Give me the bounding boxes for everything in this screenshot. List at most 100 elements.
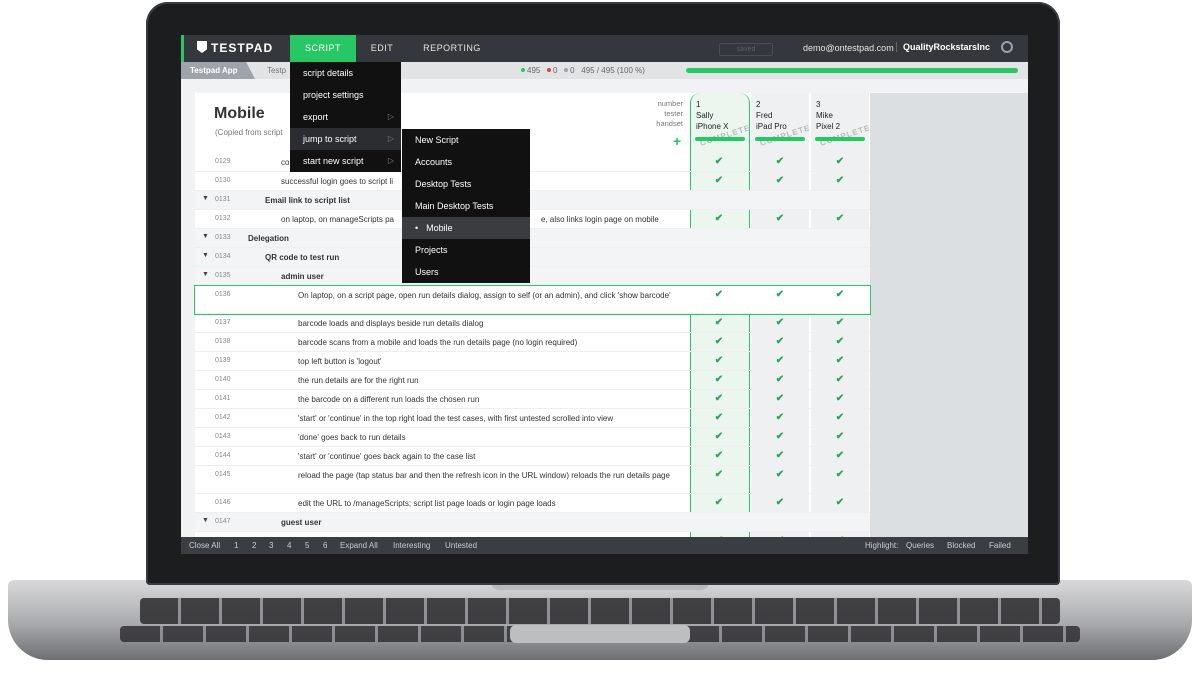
- highlight-queries-button[interactable]: Queries: [906, 537, 934, 554]
- pass-check-icon[interactable]: ✔: [690, 289, 748, 300]
- level-1-button[interactable]: 1: [234, 537, 238, 554]
- row-text[interactable]: 'done' goes back to run details: [298, 433, 678, 442]
- collapse-triangle-icon[interactable]: ▼: [202, 517, 209, 524]
- collapse-triangle-icon[interactable]: ▼: [202, 252, 209, 259]
- pass-check-icon[interactable]: ✔: [751, 317, 809, 328]
- level-2-button[interactable]: 2: [252, 537, 256, 554]
- pass-check-icon[interactable]: ✔: [751, 175, 809, 186]
- test-case-row[interactable]: 0140 the run details are for the right ru…: [195, 371, 870, 390]
- group-row[interactable]: ▼ 0131 Email link to script list: [195, 191, 870, 210]
- pass-check-icon[interactable]: ✔: [811, 175, 869, 186]
- pass-check-icon[interactable]: ✔: [811, 289, 869, 300]
- pass-check-icon[interactable]: ✔: [751, 289, 809, 300]
- group-row[interactable]: ▼ 0147 guest user: [195, 513, 870, 532]
- add-run-icon[interactable]: +: [673, 133, 681, 149]
- row-text[interactable]: On laptop, on a script page, open run de…: [298, 291, 678, 300]
- test-case-row[interactable]: 0136 On laptop, on a script page, open ru…: [194, 285, 871, 315]
- row-text[interactable]: 'start' or 'continue' in the top right l…: [298, 414, 678, 423]
- pass-check-icon[interactable]: ✔: [690, 469, 748, 480]
- pass-check-icon[interactable]: ✔: [751, 336, 809, 347]
- pass-check-icon[interactable]: ✔: [751, 497, 809, 508]
- pass-check-icon[interactable]: ✔: [690, 175, 748, 186]
- pass-check-icon[interactable]: ✔: [811, 450, 869, 461]
- pass-check-icon[interactable]: ✔: [751, 213, 809, 224]
- pass-check-icon[interactable]: ✔: [751, 374, 809, 385]
- pass-check-icon[interactable]: ✔: [811, 374, 869, 385]
- pass-check-icon[interactable]: ✔: [751, 412, 809, 423]
- pass-check-icon[interactable]: ✔: [690, 374, 748, 385]
- submenu-item-accounts[interactable]: Accounts: [402, 151, 530, 173]
- pass-check-icon[interactable]: ✔: [811, 431, 869, 442]
- organization-name[interactable]: QualityRockstarsInc: [896, 42, 990, 52]
- submenu-item-new-script[interactable]: New Script: [402, 129, 530, 151]
- level-3-button[interactable]: 3: [269, 537, 273, 554]
- level-6-button[interactable]: 6: [323, 537, 327, 554]
- pass-check-icon[interactable]: ✔: [751, 450, 809, 461]
- pass-check-icon[interactable]: ✔: [751, 431, 809, 442]
- pass-check-icon[interactable]: ✔: [751, 469, 809, 480]
- pass-check-icon[interactable]: ✔: [811, 213, 869, 224]
- group-row[interactable]: ▼ 0133 Delegation: [195, 229, 870, 248]
- pass-check-icon[interactable]: ✔: [690, 355, 748, 366]
- breadcrumb-script[interactable]: Testp: [267, 62, 286, 79]
- tab-reporting[interactable]: REPORTING: [417, 35, 487, 62]
- tab-edit[interactable]: EDIT: [361, 35, 403, 62]
- test-case-row[interactable]: 0146 edit the URL to /manageScripts; scri…: [195, 494, 870, 513]
- test-case-row[interactable]: 0142 'start' or 'continue' in the top rig…: [195, 409, 870, 428]
- row-text[interactable]: barcode loads and displays beside run de…: [298, 319, 678, 328]
- pass-check-icon[interactable]: ✔: [690, 156, 748, 167]
- collapse-triangle-icon[interactable]: ▼: [202, 195, 209, 202]
- pass-check-icon[interactable]: ✔: [690, 213, 748, 224]
- test-case-row[interactable]: 0137 barcode loads and displays beside ru…: [195, 314, 870, 333]
- test-case-row[interactable]: 0144 'start' or 'continue' goes back agai…: [195, 447, 870, 466]
- gear-icon[interactable]: [1001, 41, 1013, 53]
- breadcrumb-project[interactable]: Testpad App: [181, 62, 255, 79]
- menu-item-script-details[interactable]: script details: [290, 62, 401, 84]
- submenu-item-users[interactable]: Users: [402, 261, 530, 283]
- pass-check-icon[interactable]: ✔: [690, 336, 748, 347]
- row-text[interactable]: top left button is 'logout': [298, 357, 678, 366]
- pass-check-icon[interactable]: ✔: [811, 355, 869, 366]
- test-case-row[interactable]: 0138 barcode scans from a mobile and load…: [195, 333, 870, 352]
- menu-item-project-settings[interactable]: project settings: [290, 84, 401, 106]
- test-case-row[interactable]: 0143'done' goes back to run details ✔ ✔ ✔: [195, 428, 870, 447]
- row-text[interactable]: guest user: [281, 518, 661, 527]
- pass-check-icon[interactable]: ✔: [690, 450, 748, 461]
- pass-check-icon[interactable]: ✔: [690, 317, 748, 328]
- pass-check-icon[interactable]: ✔: [751, 156, 809, 167]
- pass-check-icon[interactable]: ✔: [690, 393, 748, 404]
- pass-check-icon[interactable]: ✔: [811, 393, 869, 404]
- submenu-item-main-desktop-tests[interactable]: Main Desktop Tests: [402, 195, 530, 217]
- untested-button[interactable]: Untested: [445, 537, 477, 554]
- menu-item-export[interactable]: export ▷: [290, 106, 401, 128]
- account-email[interactable]: demo@ontestpad.com: [803, 43, 894, 53]
- row-text[interactable]: edit the URL to /manageScripts; script l…: [298, 499, 678, 508]
- row-text[interactable]: 'start' or 'continue' goes back again to…: [298, 452, 678, 461]
- submenu-item-mobile[interactable]: • Mobile: [402, 217, 530, 239]
- interesting-button[interactable]: Interesting: [393, 537, 430, 554]
- pass-check-icon[interactable]: ✔: [811, 317, 869, 328]
- pass-check-icon[interactable]: ✔: [811, 497, 869, 508]
- row-text[interactable]: the barcode on a different run loads the…: [298, 395, 678, 404]
- tab-script[interactable]: SCRIPT: [290, 35, 356, 62]
- close-all-button[interactable]: Close All: [189, 537, 220, 554]
- highlight-blocked-button[interactable]: Blocked: [947, 537, 975, 554]
- pass-check-icon[interactable]: ✔: [811, 336, 869, 347]
- pass-check-icon[interactable]: ✔: [811, 156, 869, 167]
- test-case-row[interactable]: 0132 on laptop, on manageScripts pa e, als…: [195, 210, 870, 229]
- pass-check-icon[interactable]: ✔: [751, 393, 809, 404]
- app-logo[interactable]: TESTPAD: [197, 41, 273, 55]
- row-text[interactable]: reload the page (tap status bar and then…: [298, 471, 678, 480]
- level-5-button[interactable]: 5: [305, 537, 309, 554]
- expand-all-button[interactable]: Expand All: [340, 537, 378, 554]
- group-row[interactable]: ▼ 0135 admin user: [195, 267, 870, 286]
- collapse-triangle-icon[interactable]: ▼: [202, 271, 209, 278]
- pass-check-icon[interactable]: ✔: [690, 431, 748, 442]
- submenu-item-desktop-tests[interactable]: Desktop Tests: [402, 173, 530, 195]
- test-case-row[interactable]: 0130 successful login goes to script li ✔ ✔…: [195, 172, 870, 191]
- test-case-row[interactable]: 0141 the barcode on a different run loads…: [195, 390, 870, 409]
- level-4-button[interactable]: 4: [287, 537, 291, 554]
- collapse-triangle-icon[interactable]: ▼: [202, 233, 209, 240]
- highlight-failed-button[interactable]: Failed: [989, 537, 1011, 554]
- submenu-item-projects[interactable]: Projects: [402, 239, 530, 261]
